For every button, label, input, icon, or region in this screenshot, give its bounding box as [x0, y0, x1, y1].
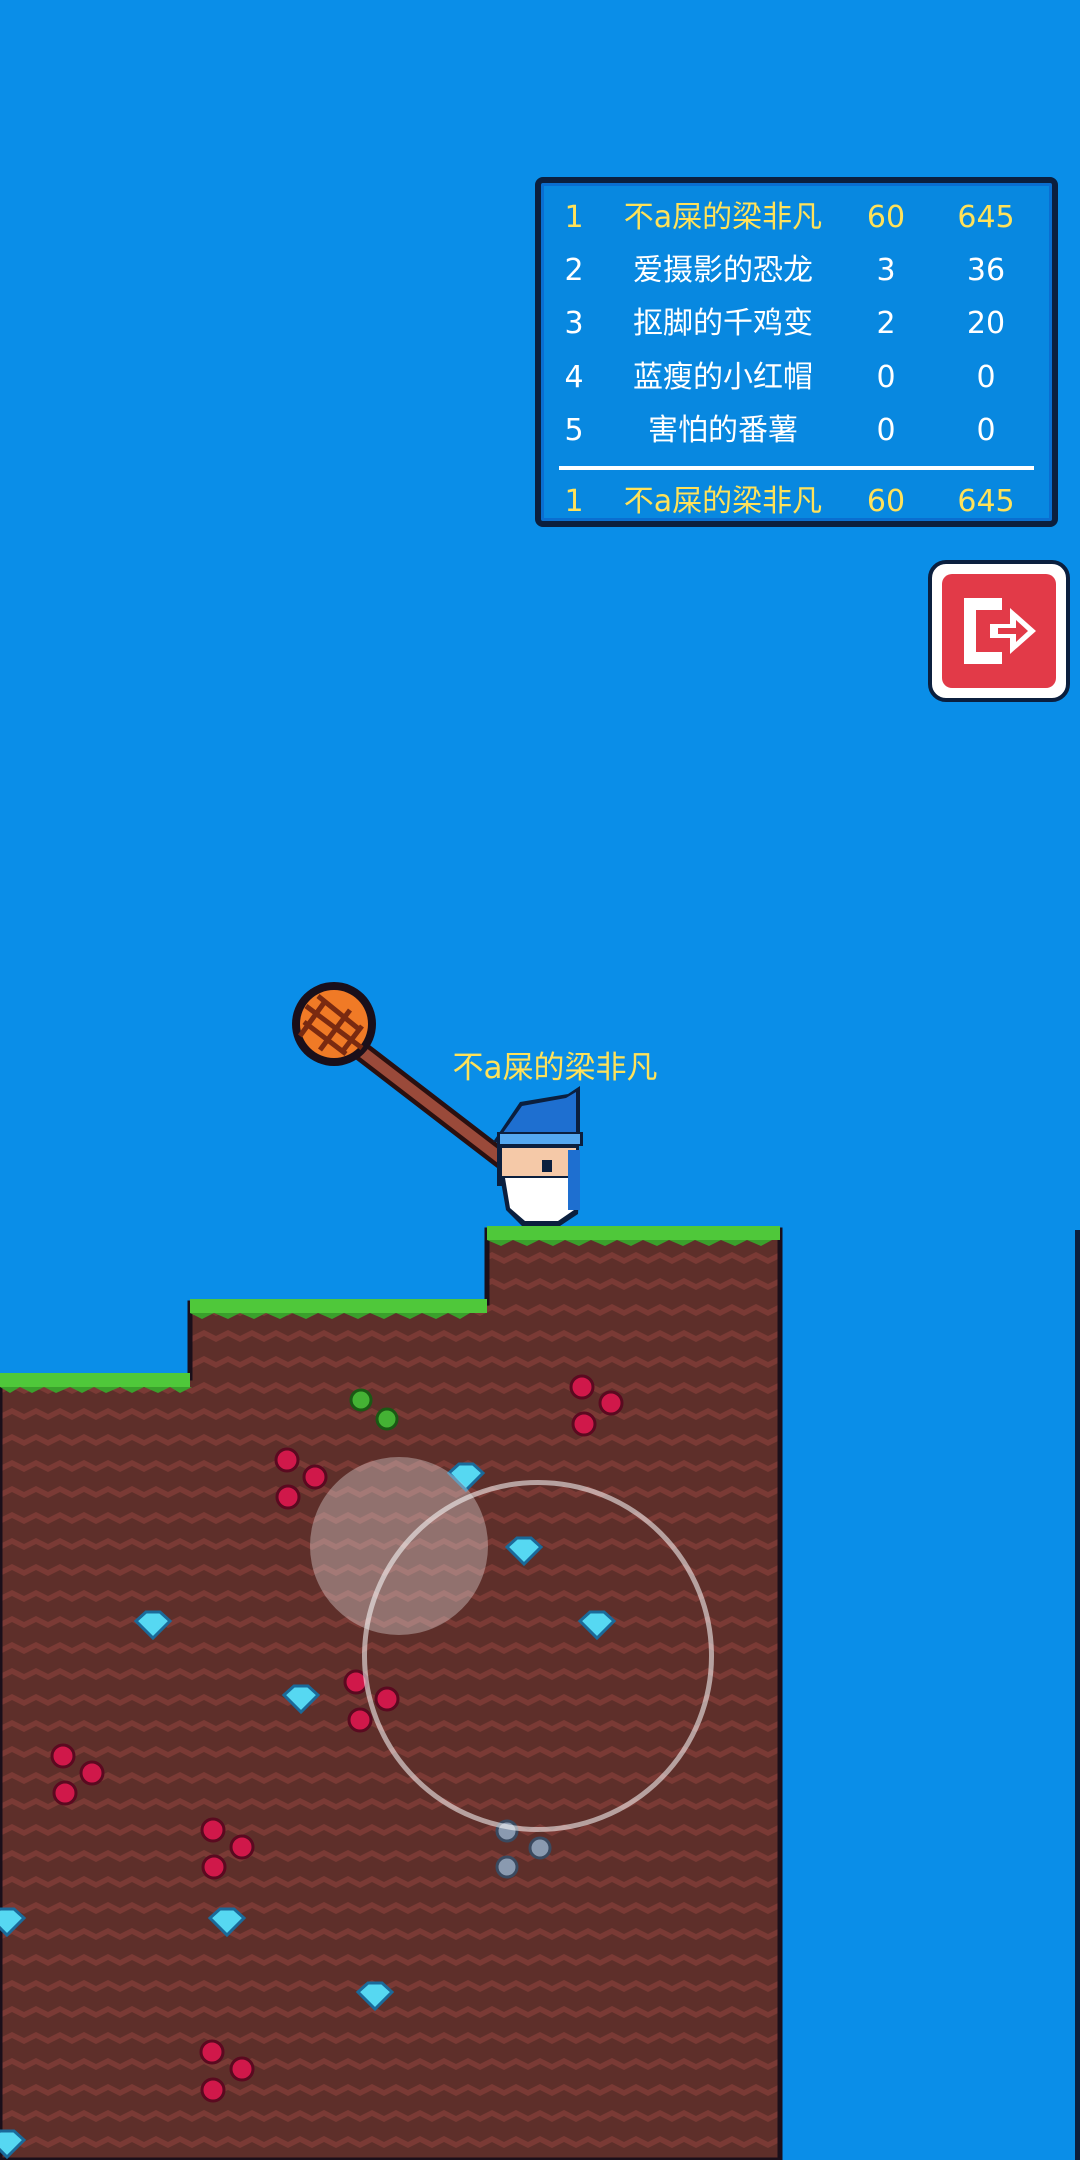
- rank: 2: [564, 253, 584, 288]
- rank: 5: [564, 413, 584, 448]
- exit-button-face: [942, 574, 1056, 688]
- player-name: 不a屎的梁非凡: [623, 484, 823, 519]
- score-b: 20: [966, 306, 1006, 341]
- leaderboard-divider: [559, 466, 1034, 470]
- score-b: 645: [957, 484, 1015, 519]
- player-name: 抠脚的千鸡变: [633, 306, 813, 341]
- score-a: 3: [876, 253, 896, 288]
- player-name: 爱摄影的恐龙: [633, 253, 813, 288]
- score-a: 60: [866, 200, 906, 235]
- player-name: 不a屎的梁非凡: [623, 200, 823, 235]
- score-a: 2: [876, 306, 896, 341]
- joystick-knob[interactable]: [310, 1457, 488, 1635]
- leaderboard-row: 1 不a屎的梁非凡 60 645: [541, 193, 1052, 243]
- leaderboard-row: 4 蓝瘦的小红帽 0 0: [541, 353, 1052, 403]
- score-a: 0: [876, 360, 896, 395]
- rank: 4: [564, 360, 584, 395]
- leaderboard-panel: 1 不a屎的梁非凡 60 645 2 爱摄影的恐龙 3 36 3 抠脚的千鸡变 …: [535, 177, 1058, 527]
- rank: 3: [564, 306, 584, 341]
- player-name: 害怕的番薯: [648, 413, 798, 448]
- leaderboard-row: 5 害怕的番薯 0 0: [541, 406, 1052, 456]
- leaderboard-row: 2 爱摄影的恐龙 3 36: [541, 246, 1052, 296]
- score-b: 645: [957, 200, 1015, 235]
- score-b: 0: [976, 360, 996, 395]
- exit-door-icon: [964, 598, 1036, 664]
- leaderboard-self-row: 1 不a屎的梁非凡 60 645: [541, 477, 1052, 527]
- score-b: 36: [966, 253, 1006, 288]
- score-a: 60: [866, 484, 906, 519]
- rank: 1: [564, 200, 584, 235]
- leaderboard-row: 3 抠脚的千鸡变 2 20: [541, 299, 1052, 349]
- player-name: 蓝瘦的小红帽: [633, 360, 813, 395]
- rank: 1: [564, 484, 584, 519]
- wizard-player-icon: [493, 1086, 583, 1226]
- exit-button[interactable]: [928, 560, 1070, 702]
- score-a: 0: [876, 413, 896, 448]
- player-name-label: 不a屎的梁非凡: [452, 1050, 658, 1086]
- score-b: 0: [976, 413, 996, 448]
